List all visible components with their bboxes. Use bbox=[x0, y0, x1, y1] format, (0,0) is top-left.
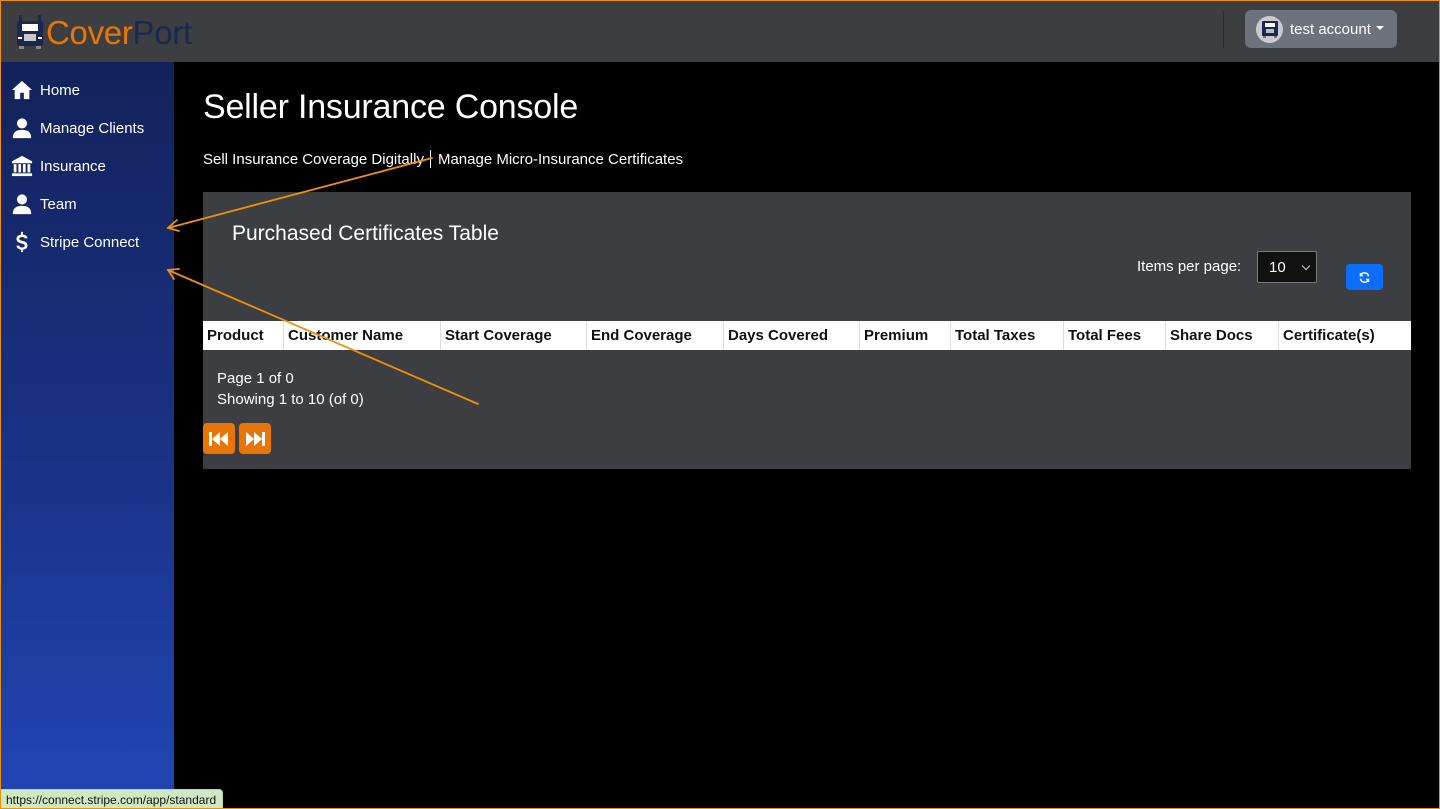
column-header-share-docs[interactable]: Share Docs bbox=[1166, 321, 1279, 350]
subtitle-separator bbox=[429, 150, 431, 168]
sidebar-item-label: Insurance bbox=[40, 157, 106, 175]
column-header-total-fees[interactable]: Total Fees bbox=[1064, 321, 1166, 350]
page-title: Seller Insurance Console bbox=[203, 88, 579, 126]
sidebar-item-label: Home bbox=[40, 81, 81, 99]
bank-icon bbox=[11, 155, 33, 177]
brand-logo[interactable]: CoverPort bbox=[14, 10, 192, 54]
page-subtitle: Sell Insurance Coverage Digitally Manage… bbox=[203, 150, 683, 168]
status-bar-url: https://connect.stripe.com/app/standard bbox=[0, 789, 224, 809]
sidebar-item-stripe-connect[interactable]: Stripe Connect bbox=[0, 224, 174, 260]
column-header-premium[interactable]: Premium bbox=[860, 321, 951, 350]
skip-backward-icon bbox=[209, 431, 228, 446]
account-label: test account bbox=[1290, 20, 1371, 38]
page-count-text: Page 1 of 0 bbox=[217, 370, 294, 387]
sidebar-item-label: Team bbox=[40, 195, 77, 213]
user-icon bbox=[11, 117, 33, 139]
avatar bbox=[1256, 15, 1283, 43]
subtitle-right: Manage Micro-Insurance Certificates bbox=[437, 150, 684, 168]
items-per-page-label: Items per page: bbox=[1137, 258, 1242, 275]
home-icon bbox=[11, 79, 33, 101]
caret-down-icon bbox=[1375, 25, 1384, 30]
user-icon bbox=[11, 193, 33, 215]
column-header-customer-name[interactable]: Customer Name bbox=[284, 321, 441, 350]
pagination-info: Page 1 of 0 Showing 1 to 10 (of 0) bbox=[217, 368, 364, 410]
subtitle-left: Sell Insurance Coverage Digitally bbox=[203, 150, 424, 168]
sidebar-item-manage-clients[interactable]: Manage Clients bbox=[0, 110, 174, 146]
brand-name: CoverPort bbox=[46, 13, 192, 51]
sidebar-item-label: Stripe Connect bbox=[40, 233, 140, 251]
column-header-total-taxes[interactable]: Total Taxes bbox=[951, 321, 1064, 350]
card-title: Purchased Certificates Table bbox=[232, 222, 499, 245]
column-header-days-covered[interactable]: Days Covered bbox=[724, 321, 860, 350]
certificates-card: Purchased Certificates Table Items per p… bbox=[203, 192, 1411, 469]
dollar-icon bbox=[11, 231, 33, 253]
chevron-down-icon bbox=[1301, 261, 1311, 271]
refresh-button[interactable] bbox=[1346, 264, 1383, 290]
column-header-product[interactable]: Product bbox=[203, 321, 284, 350]
items-per-page-select[interactable]: 10 bbox=[1257, 251, 1317, 283]
table-header: Product Customer Name Start Coverage End… bbox=[203, 321, 1411, 350]
truck-icon bbox=[17, 15, 43, 49]
showing-range-text: Showing 1 to 10 (of 0) bbox=[217, 391, 364, 408]
sidebar: Home Manage Clients Insurance Team Strip… bbox=[0, 62, 174, 809]
sidebar-item-home[interactable]: Home bbox=[0, 72, 174, 108]
sidebar-item-insurance[interactable]: Insurance bbox=[0, 148, 174, 184]
column-header-start-coverage[interactable]: Start Coverage bbox=[441, 321, 587, 350]
account-dropdown-button[interactable]: test account bbox=[1245, 10, 1397, 48]
last-page-button[interactable] bbox=[239, 423, 271, 454]
refresh-icon bbox=[1359, 271, 1370, 283]
sidebar-item-label: Manage Clients bbox=[40, 119, 145, 137]
column-header-certificates[interactable]: Certificate(s) bbox=[1279, 321, 1411, 350]
column-header-end-coverage[interactable]: End Coverage bbox=[587, 321, 724, 350]
sidebar-item-team[interactable]: Team bbox=[0, 186, 174, 222]
truck-avatar-icon bbox=[1261, 21, 1278, 38]
skip-forward-icon bbox=[246, 431, 265, 446]
top-navbar: CoverPort test account bbox=[0, 0, 1440, 62]
navbar-divider bbox=[1223, 11, 1224, 48]
items-per-page-value: 10 bbox=[1269, 258, 1286, 276]
first-page-button[interactable] bbox=[203, 423, 235, 454]
